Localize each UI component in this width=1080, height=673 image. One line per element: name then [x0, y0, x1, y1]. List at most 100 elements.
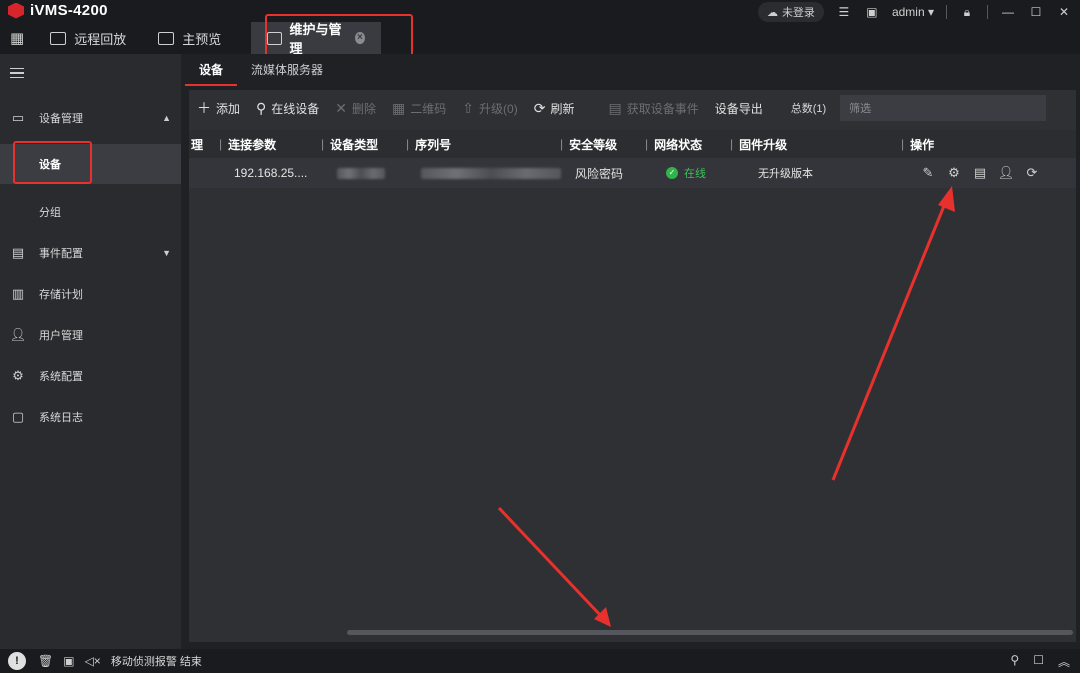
- filter-placeholder: 筛选: [849, 103, 872, 115]
- sidebar-item-device-management[interactable]: ▭ 设备管理 ▲: [0, 98, 181, 138]
- sidebar-item-storage-plan[interactable]: ▥ 存储计划: [0, 274, 181, 314]
- status-text: 在线: [684, 168, 706, 180]
- total-count: 总数(1): [790, 103, 827, 115]
- online-devices-button[interactable]: ⚲ 在线设备: [256, 100, 319, 117]
- tab-remote-playback[interactable]: 远程回放: [34, 22, 142, 54]
- warning-icon[interactable]: !: [8, 652, 26, 670]
- menu-icon[interactable]: [10, 68, 24, 78]
- maintenance-icon: [267, 31, 282, 45]
- button-label: 设备导出: [714, 101, 763, 116]
- device-type-cell: [337, 158, 385, 188]
- column-header[interactable]: | 固件升级: [730, 130, 787, 158]
- settings-icon: ⚙: [12, 368, 24, 383]
- refresh-icon[interactable]: ⟳: [1024, 165, 1040, 181]
- column-header[interactable]: | 设备类型: [321, 130, 378, 158]
- subtab-label: 设备: [199, 63, 224, 77]
- sidebar-item-system-config[interactable]: ⚙ 系统配置: [0, 356, 181, 396]
- app-title: iVMS-4200: [30, 2, 108, 19]
- maximize-icon[interactable]: ☐: [1028, 4, 1044, 20]
- plus-icon: ＋: [197, 100, 211, 116]
- divider: |: [730, 137, 734, 151]
- firmware-cell: 无升级版本: [758, 168, 813, 180]
- list-icon[interactable]: ☰: [836, 4, 852, 20]
- divider: [987, 5, 988, 19]
- get-events-button[interactable]: ▤ 获取设备事件: [608, 100, 698, 117]
- subtab-devices[interactable]: 设备: [185, 61, 238, 86]
- lock-icon[interactable]: 🔒︎: [959, 4, 975, 20]
- column-header[interactable]: | 序列号: [406, 130, 451, 158]
- delete-button[interactable]: ✕ 删除: [335, 100, 376, 117]
- export-button[interactable]: 设备导出: [715, 100, 763, 117]
- status-cell: ✓ 在线: [666, 158, 706, 188]
- module-grid-button[interactable]: ▦: [0, 22, 34, 54]
- minimize-icon[interactable]: —: [1000, 4, 1016, 20]
- login-label: 未登录: [781, 7, 815, 19]
- user-menu[interactable]: admin ▾: [892, 5, 934, 19]
- column-header[interactable]: | 网络状态: [645, 130, 702, 158]
- sidebar-item-system-log[interactable]: ▢ 系统日志: [0, 397, 181, 437]
- sidebar-item-event-config[interactable]: ▤ 事件配置 ▼: [0, 233, 181, 273]
- close-icon[interactable]: ✕: [1056, 4, 1072, 20]
- device-panel: ＋ 添加 ⚲ 在线设备 ✕ 删除 ▦ 二维码 ⇧ 升级(0) ⟳ 刷新 ▤ 获取设备事件 设备…: [189, 90, 1076, 642]
- tab-label: 维护与管理: [289, 22, 342, 56]
- tab-label: 主预览: [182, 31, 222, 47]
- column-header[interactable]: | 安全等级: [560, 130, 617, 158]
- delete-icon: ✕: [335, 99, 348, 116]
- app-logo: iVMS-4200: [8, 2, 108, 19]
- filter-input[interactable]: 筛选: [840, 95, 1047, 121]
- divider: |: [321, 137, 325, 151]
- tab-maintenance[interactable]: 维护与管理 ×: [251, 22, 382, 56]
- window-controls: ☁ 未登录 ☰ ▣ admin ▾ 🔒︎ — ☐ ✕: [757, 2, 1072, 22]
- chevron-up-icon[interactable]: ︽: [1058, 653, 1070, 670]
- user-icon[interactable]: 👤︎: [998, 165, 1015, 181]
- divider: |: [901, 137, 905, 151]
- pin-icon[interactable]: ⚲: [1010, 653, 1019, 670]
- button-label: 二维码: [410, 101, 447, 116]
- button-label: 获取设备事件: [626, 101, 699, 116]
- subtab-streaming-server[interactable]: 流媒体服务器: [237, 61, 337, 86]
- image-icon[interactable]: ▣: [864, 4, 880, 20]
- status-actions: ⚲ ☐ ︽: [1010, 653, 1070, 670]
- search-icon: ⚲: [256, 99, 267, 116]
- sidebar-item-label: 存储计划: [39, 289, 83, 301]
- sidebar-item-label: 设备: [39, 159, 61, 171]
- image-icon[interactable]: ▣: [63, 654, 74, 668]
- mute-icon[interactable]: ◁×: [85, 654, 101, 668]
- sidebar-item-groups[interactable]: 分组: [0, 192, 181, 232]
- divider: |: [560, 137, 564, 151]
- tab-close-icon[interactable]: ×: [354, 32, 366, 44]
- device-icon: ▭: [11, 110, 25, 125]
- horizontal-scrollbar[interactable]: [347, 630, 1073, 635]
- storage-icon: ▥: [11, 286, 25, 301]
- divider: |: [645, 137, 649, 151]
- refresh-button[interactable]: ⟳ 刷新: [534, 100, 575, 117]
- sub-tabs: 设备 流媒体服务器: [181, 54, 1080, 86]
- login-button[interactable]: ☁ 未登录: [757, 2, 824, 22]
- header-label: 网络状态: [654, 137, 703, 152]
- remote-config-icon[interactable]: ▤: [972, 165, 988, 181]
- redacted-value: [337, 167, 385, 179]
- sidebar-item-label: 事件配置: [39, 248, 83, 260]
- upgrade-button[interactable]: ⇧ 升级(0): [462, 100, 517, 117]
- check-icon: ✓: [666, 167, 678, 179]
- upload-icon: ⇧: [462, 99, 475, 116]
- column-header[interactable]: | 操作: [901, 130, 934, 158]
- window-icon[interactable]: ☐: [1033, 653, 1044, 670]
- sidebar-item-devices[interactable]: 设备: [0, 144, 181, 184]
- tab-main-preview[interactable]: 主预览: [142, 22, 237, 54]
- table-row[interactable]: 192.168.25.... 风险密码 ✓ 在线 无升级版本 ✎ ⚙ ▤ 👤︎ …: [189, 158, 1076, 188]
- column-header[interactable]: 理: [191, 130, 203, 158]
- cloud-icon: ☁: [766, 6, 778, 19]
- sidebar-item-user-management[interactable]: 👤︎ 用户管理: [0, 315, 181, 355]
- sidebar: ▭ 设备管理 ▲ 设备 分组 ▤ 事件配置 ▼ ▥ 存储计划 👤︎ 用户管理 ⚙…: [0, 54, 181, 649]
- qrcode-button[interactable]: ▦ 二维码: [392, 100, 446, 117]
- column-header[interactable]: | 连接参数: [219, 130, 276, 158]
- camera-icon: [158, 31, 175, 45]
- gear-icon[interactable]: ⚙: [946, 165, 962, 181]
- trash-icon[interactable]: 🗑︎: [38, 654, 53, 668]
- edit-icon[interactable]: ✎: [920, 165, 936, 181]
- qrcode-icon: ▦: [392, 99, 406, 116]
- add-button[interactable]: ＋ 添加: [197, 98, 240, 118]
- sidebar-item-label: 用户管理: [39, 330, 83, 342]
- button-label: 升级(0): [479, 101, 518, 116]
